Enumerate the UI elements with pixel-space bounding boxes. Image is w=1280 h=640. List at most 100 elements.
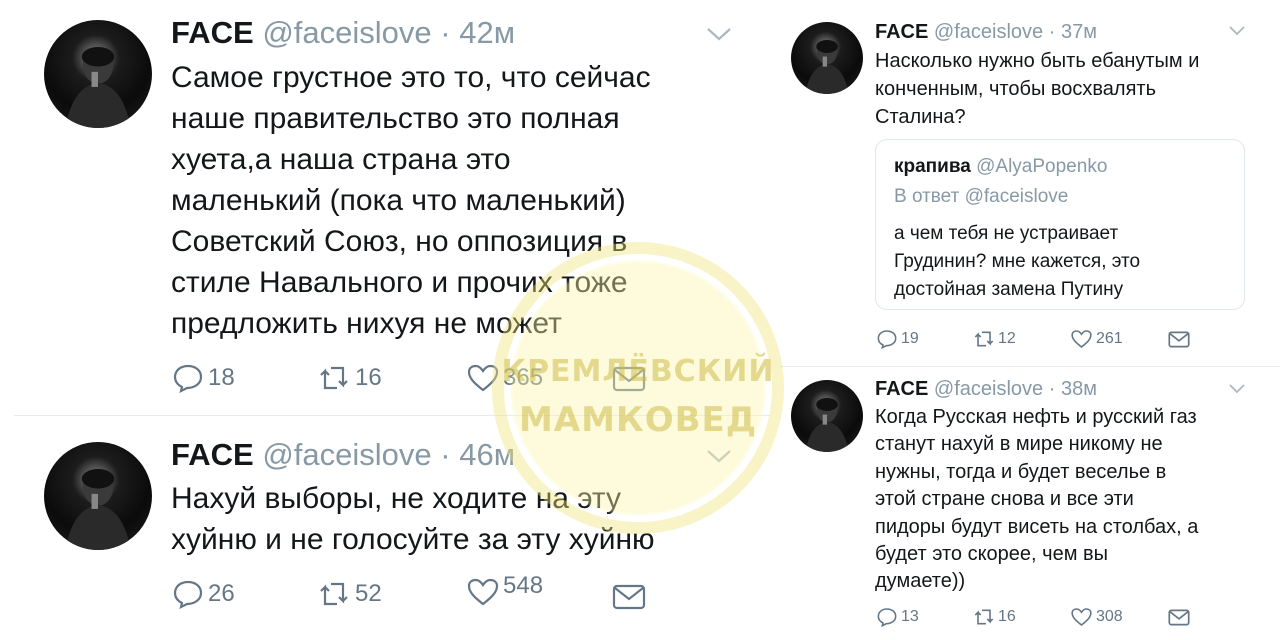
chevron-down-icon[interactable] [1228,383,1246,394]
reply-button[interactable]: 18 [172,363,235,393]
timestamp[interactable]: 38м [1061,378,1097,400]
tweet-text: Насколько нужно быть ебанутым и конченны… [875,47,1199,131]
author-name[interactable]: FACE [171,437,254,472]
message-button[interactable] [612,583,646,611]
tweet-line: конченным, чтобы восхвалять [875,78,1157,100]
tweet-line: наше правительство это полная [171,102,620,135]
separator-dot: · [440,437,451,472]
reply-button[interactable]: 13 [876,607,919,627]
reply-icon [876,329,898,349]
chevron-down-icon[interactable] [706,26,732,42]
avatar[interactable] [791,380,863,452]
tweet[interactable]: FACE @faceislove · 37м Насколько нужно б… [772,0,1280,367]
tweet-line: Когда Русская нефть и русский газ [875,406,1197,428]
retweet-icon [972,329,996,349]
reply-icon [172,363,204,393]
tweet-header: FACE @faceislove · 37м [875,20,1097,44]
timestamp[interactable]: 37м [1061,21,1097,43]
like-icon [1070,329,1093,349]
chevron-down-icon[interactable] [1228,25,1246,36]
reply-icon [876,607,898,627]
tweet-line: Грудинин? мне кажется, это [894,251,1141,272]
timestamp[interactable]: 42м [459,15,515,50]
retweet-icon [316,579,352,609]
retweet-button[interactable]: 12 [972,329,1016,349]
tweet-header: FACE @faceislove · 38м [875,377,1097,401]
author-name[interactable]: FACE [875,21,928,43]
quoted-tweet-text: а чем тебя не устраивает Грудинин? мне к… [894,220,1140,304]
reply-to-label[interactable]: В ответ @faceislove [894,186,1068,208]
retweet-button[interactable]: 16 [972,607,1016,627]
tweet-line: Самое грустное это то, что сейчас [171,61,651,94]
message-button[interactable] [1168,330,1190,349]
reply-button[interactable]: 26 [172,579,235,609]
like-icon [466,577,500,607]
retweet-button[interactable]: 16 [316,363,382,393]
tweet-line: Насколько нужно быть ебанутым и [875,50,1200,72]
reply-count: 18 [208,364,235,391]
like-count: 308 [1096,608,1123,625]
tweet-header: FACE @faceislove · 42м [171,15,515,51]
retweet-count: 16 [998,608,1016,625]
like-button[interactable]: 308 [1070,607,1123,627]
tweet-text: Когда Русская нефть и русский газ станут… [875,404,1198,596]
retweet-count: 16 [355,364,382,391]
tweet-actions: 13 16 308 [772,607,1280,631]
author-name[interactable]: FACE [875,378,928,400]
watermark-line: МАМКОВЕД [518,400,758,440]
right-panel: FACE @faceislove · 37м Насколько нужно б… [772,0,1280,640]
author-handle[interactable]: @faceislove [934,21,1043,43]
like-button[interactable]: 548 [466,572,543,607]
avatar-photo [805,398,849,452]
like-icon [1070,607,1093,627]
tweet-actions: 19 12 261 [772,329,1280,353]
author-handle[interactable]: @faceislove [262,437,431,472]
reply-count: 19 [901,330,919,347]
tweet-line: достойная замена Путину [894,279,1124,300]
message-button[interactable] [1168,608,1190,627]
tweet-line: маленький (пока что маленький) [171,184,626,217]
tweet-line: станут нахуй в мире никому не [875,433,1163,456]
avatar[interactable] [44,20,152,128]
avatar[interactable] [791,22,863,94]
quoted-tweet[interactable]: крапива @AlyaPopenko В ответ @faceislove… [875,139,1245,310]
retweet-icon [316,363,352,393]
reply-icon [172,579,204,609]
quoted-author-name[interactable]: крапива [894,156,971,177]
reply-button[interactable]: 19 [876,329,919,349]
tweet-line: нужны, тогда и будет веселье в [875,460,1167,483]
reply-count: 13 [901,608,919,625]
quoted-author-handle[interactable]: @AlyaPopenko [976,156,1107,177]
retweet-count: 52 [355,580,382,607]
tweet-line: думаете)) [875,570,966,593]
author-handle[interactable]: @faceislove [262,15,431,50]
tweet-actions: 26 52 548 [0,572,770,615]
avatar-photo [65,47,131,128]
author-name[interactable]: FACE [171,15,254,50]
avatar-photo [805,40,849,94]
like-count: 261 [1096,330,1123,347]
separator-dot: · [440,15,451,50]
tweet[interactable]: FACE @faceislove · 38м Когда Русская неф… [772,367,1280,640]
tweet-line: будет это скорее, чем вы [875,543,1109,566]
message-icon [1168,608,1190,627]
message-icon [612,583,646,611]
watermark-line: КРЕМЛЁВСКИЙ [501,354,775,389]
avatar[interactable] [44,442,152,550]
reply-count: 26 [208,580,235,607]
tweet-line: этой стране снова и все эти [875,488,1134,511]
retweet-icon [972,607,996,627]
tweet-line: а чем тебя не устраивает [894,223,1119,244]
tweet-header: FACE @faceislove · 46м [171,437,515,473]
like-count: 548 [503,572,544,599]
avatar-photo [65,469,131,550]
message-icon [1168,330,1190,349]
watermark-logo: КРЕМЛЁВСКИЙ МАМКОВЕД [486,236,790,540]
author-handle[interactable]: @faceislove [934,378,1043,400]
like-button[interactable]: 261 [1070,329,1123,349]
retweet-button[interactable]: 52 [316,579,382,609]
retweet-count: 12 [998,330,1016,347]
tweet-line: пидоры будут висеть на столбах, а [875,515,1199,538]
tweet-line: Сталина? [875,106,966,128]
separator-dot: · [1048,21,1056,43]
